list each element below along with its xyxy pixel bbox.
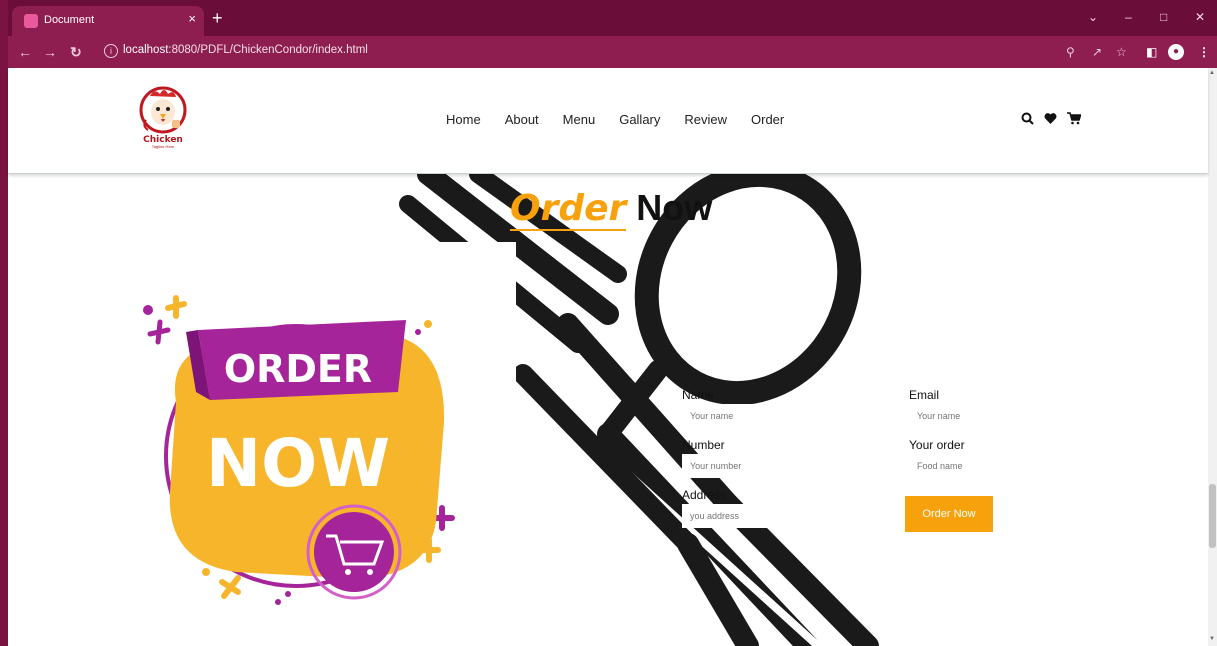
- nav-menu[interactable]: Menu: [563, 112, 596, 127]
- url-host: localhost: [123, 44, 169, 56]
- browser-tab[interactable]: Document ×: [12, 6, 204, 36]
- order-title: Order Now: [510, 186, 712, 231]
- tab-title: Document: [44, 14, 95, 26]
- email-label: Email: [909, 388, 940, 402]
- nav-about[interactable]: About: [505, 112, 539, 127]
- zoom-icon[interactable]: ⚲: [1066, 45, 1075, 59]
- site-header: Chicken Tagline Here Home About Menu Gal…: [8, 68, 1208, 174]
- your-order-label: Your order: [909, 438, 965, 452]
- url-field[interactable]: localhost:8080/PDFL/ChickenCondor/index.…: [123, 44, 368, 56]
- scrollbar-thumb[interactable]: [1209, 484, 1216, 548]
- minimize-icon[interactable]: –: [1125, 10, 1132, 24]
- forward-icon[interactable]: →: [43, 44, 57, 60]
- heart-icon[interactable]: [1044, 112, 1057, 125]
- scroll-down-icon[interactable]: ▼: [1209, 636, 1215, 642]
- order-title-accent: Order: [510, 188, 627, 231]
- search-icon[interactable]: [1021, 112, 1034, 125]
- address-bar: ← → ↻ i localhost:8080/PDFL/ChickenCondo…: [8, 36, 1217, 68]
- food-name-input[interactable]: [909, 454, 1005, 478]
- page-favicon-icon: [24, 14, 38, 28]
- name-label: Name: [682, 388, 715, 402]
- tab-search-chevron-icon[interactable]: ⌄: [1088, 10, 1098, 24]
- site-info-icon[interactable]: i: [104, 44, 118, 58]
- order-now-promo-image: ORDER NOW: [126, 242, 516, 646]
- reload-icon[interactable]: ↻: [70, 44, 82, 60]
- main-nav: Home About Menu Gallary Review Order: [446, 112, 808, 127]
- order-section: Order Now ORDER NOW Name Your name Email…: [8, 174, 1208, 646]
- back-icon[interactable]: ←: [18, 44, 32, 60]
- header-actions: [1021, 112, 1081, 125]
- email-input[interactable]: [909, 404, 1005, 428]
- nav-order[interactable]: Order: [751, 112, 784, 127]
- maximize-icon[interactable]: □: [1160, 10, 1167, 24]
- promo-order-text: ORDER: [224, 347, 372, 391]
- new-tab-button[interactable]: +: [212, 9, 223, 27]
- tab-close-icon[interactable]: ×: [188, 11, 196, 27]
- side-panel-icon[interactable]: ◧: [1146, 45, 1157, 59]
- nav-gallary[interactable]: Gallary: [619, 112, 660, 127]
- window-edge: [0, 0, 8, 646]
- logo-tagline: Tagline Here: [151, 144, 175, 149]
- number-input[interactable]: [682, 454, 778, 478]
- order-now-badge-icon: ORDER NOW: [143, 295, 455, 605]
- address-input[interactable]: [682, 504, 778, 528]
- cart-icon[interactable]: [1067, 112, 1081, 125]
- browser-tab-bar: Document × + ⌄ – □ ✕: [0, 0, 1217, 36]
- url-path: :8080/PDFL/ChickenCondor/index.html: [168, 44, 368, 56]
- order-now-button[interactable]: Order Now: [905, 496, 993, 532]
- order-title-rest: Now: [636, 187, 713, 228]
- close-window-icon[interactable]: ✕: [1195, 10, 1205, 24]
- nav-home[interactable]: Home: [446, 112, 481, 127]
- bookmark-star-icon[interactable]: ☆: [1116, 45, 1127, 59]
- promo-now-text: NOW: [206, 425, 390, 502]
- profile-avatar-icon[interactable]: ●: [1168, 44, 1184, 60]
- address-label: Address: [682, 488, 727, 502]
- number-label: Number: [682, 438, 725, 452]
- name-input[interactable]: [682, 404, 778, 428]
- share-icon[interactable]: ↗: [1092, 45, 1102, 59]
- menu-kebab-icon[interactable]: ⋮: [1198, 45, 1210, 59]
- page-scrollbar[interactable]: ▲ ▼: [1208, 68, 1217, 646]
- nav-review[interactable]: Review: [684, 112, 727, 127]
- scroll-up-icon[interactable]: ▲: [1209, 70, 1215, 76]
